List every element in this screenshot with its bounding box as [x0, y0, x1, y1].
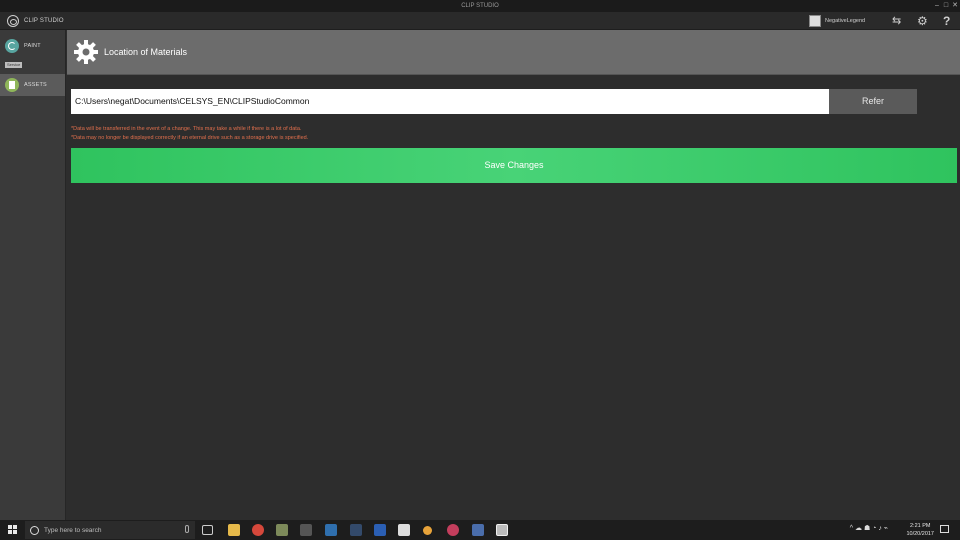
clock[interactable]: 2:21 PM 10/20/2017	[906, 522, 934, 538]
sidebar-item-label: PAINT	[24, 43, 41, 49]
bird-app-icon[interactable]	[325, 524, 337, 536]
notes: *Data will be transferred in the event o…	[71, 125, 308, 143]
paint-icon	[5, 39, 19, 53]
window-titlebar: CLIP STUDIO – □ ✕	[0, 0, 960, 12]
refer-button[interactable]: Refer	[829, 89, 917, 114]
cortana-icon	[30, 525, 39, 535]
microphone-icon[interactable]	[185, 525, 189, 533]
file-explorer-icon[interactable]	[228, 524, 240, 536]
task-view-icon[interactable]	[202, 525, 213, 535]
app-icon[interactable]	[398, 524, 410, 536]
avatar	[809, 15, 821, 27]
app-header: CLIP STUDIO NegativeLegend ⇆ ⚙ ?	[0, 12, 960, 30]
user-name: NegativeLegend	[825, 18, 866, 24]
sidebar-item-label: ASSETS	[24, 82, 47, 88]
clip-studio-taskbar-icon[interactable]	[496, 524, 508, 536]
sidebar-item-paint[interactable]: PAINT	[0, 35, 65, 57]
date: 10/20/2017	[906, 531, 934, 537]
app-icon[interactable]	[447, 524, 459, 536]
main-content: Location of Materials Refer *Data will b…	[67, 30, 960, 520]
materials-path-input[interactable]	[71, 89, 829, 114]
transfer-icon[interactable]: ⇆	[892, 14, 901, 28]
user-account[interactable]: NegativeLegend	[809, 15, 865, 27]
page-header: Location of Materials	[67, 30, 960, 75]
search-placeholder: Type here to search	[44, 526, 102, 534]
assets-icon	[5, 78, 19, 92]
sidebar-item-assets[interactable]: ASSETS	[0, 74, 65, 96]
page-title: Location of Materials	[104, 47, 188, 57]
tooltip: Service	[5, 62, 23, 68]
chrome-icon[interactable]	[252, 524, 264, 536]
save-changes-button[interactable]: Save Changes	[71, 148, 957, 183]
app-icon[interactable]	[423, 526, 432, 535]
screen: CLIP STUDIO – □ ✕ CLIP STUDIO NegativeLe…	[0, 0, 960, 540]
sidebar: PAINT ASSETS	[0, 30, 66, 520]
window-title: CLIP STUDIO	[461, 3, 499, 9]
taskbar: Type here to search ^ ☁ ☗ ◔ ♪ ⌁ 2:21 PM …	[0, 520, 960, 540]
game-icon[interactable]	[300, 524, 312, 536]
note-text: *Data will be transferred in the event o…	[71, 126, 302, 132]
app-icon[interactable]	[276, 524, 288, 536]
notification-icon[interactable]	[940, 525, 949, 533]
help-icon[interactable]: ?	[943, 14, 950, 28]
note-text: *Data may no longer be displayed correct…	[71, 135, 309, 141]
time: 2:21 PM	[909, 523, 931, 529]
shield-app-icon[interactable]	[350, 524, 362, 536]
close-icon[interactable]: ✕	[952, 0, 958, 12]
windows-start-icon[interactable]	[8, 525, 17, 534]
app-icon[interactable]	[472, 524, 484, 536]
settings-gear-icon	[74, 40, 98, 64]
brand: CLIP STUDIO	[7, 15, 64, 27]
minimize-icon[interactable]: –	[934, 0, 940, 12]
system-tray[interactable]: ^ ☁ ☗ ◔ ♪ ⌁	[850, 524, 888, 532]
brand-name: CLIP STUDIO	[24, 18, 64, 24]
maximize-icon[interactable]: □	[943, 0, 949, 12]
clip-studio-logo-icon	[7, 15, 19, 27]
word-icon[interactable]	[374, 524, 386, 536]
window-controls: – □ ✕	[934, 0, 958, 12]
taskbar-search[interactable]: Type here to search	[25, 521, 195, 539]
gear-icon[interactable]: ⚙	[917, 14, 928, 28]
